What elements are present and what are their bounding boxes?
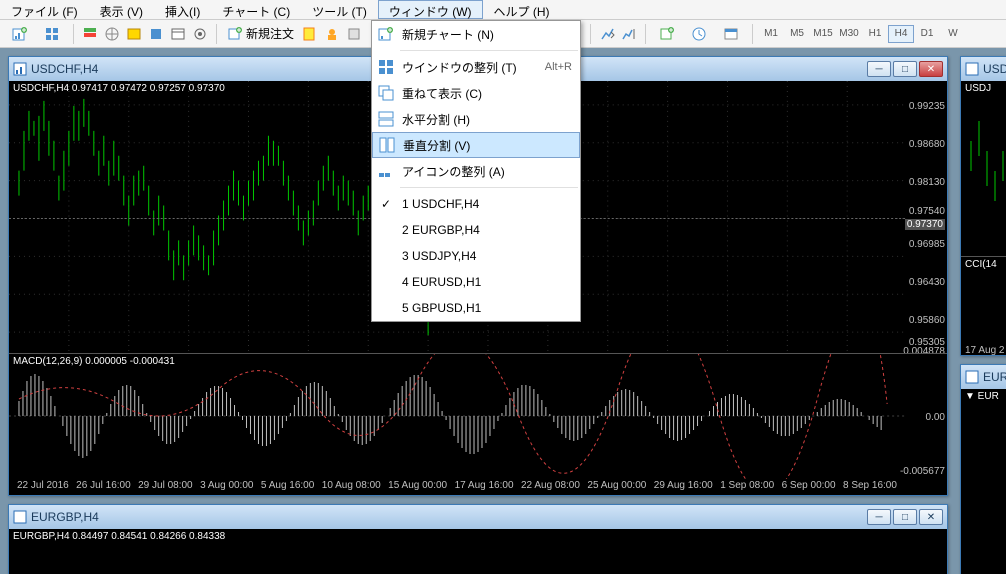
- indicators-button[interactable]: [651, 23, 683, 45]
- navigator-button[interactable]: [101, 23, 123, 45]
- menu-file[interactable]: ファイル (F): [0, 0, 89, 19]
- price-label: 0.98130: [909, 177, 945, 188]
- macd-scale-zero: 0.00: [926, 412, 945, 423]
- menu-tool[interactable]: ツール (T): [301, 0, 378, 19]
- arrange-icon: [376, 163, 396, 179]
- dd-window-3[interactable]: 3 USDJPY,H4: [372, 243, 580, 269]
- dd-tile[interactable]: ウインドウの整列 (T) Alt+R: [372, 54, 580, 80]
- options-button[interactable]: [343, 23, 365, 45]
- close-button[interactable]: ✕: [919, 61, 943, 77]
- dd-new-chart[interactable]: 新規チャート (N): [372, 21, 580, 47]
- chart-window-eur: EUR ▼ EUR: [960, 364, 1006, 574]
- macd-subwindow[interactable]: MACD(12,26,9) 0.000005 -0.000431 0.00 -0…: [9, 354, 947, 479]
- cci-label: CCI(14: [965, 259, 997, 270]
- price-label: 0.97540: [909, 206, 945, 217]
- tf-m15[interactable]: M15: [810, 25, 836, 43]
- chart-icon: [965, 62, 979, 76]
- ohlc-label: EURGBP,H4 0.84497 0.84541 0.84266 0.8433…: [13, 531, 225, 542]
- chart-icon: [13, 510, 27, 524]
- tf-d1[interactable]: D1: [914, 25, 940, 43]
- chart-title-text: EURGBP,H4: [31, 510, 99, 524]
- close-button[interactable]: ✕: [919, 509, 943, 525]
- time-scale: 22 Jul 2016 26 Jul 16:00 29 Jul 08:00 3 …: [9, 479, 947, 495]
- chart-title-bar[interactable]: EURGBP,H4 ─ □ ✕: [9, 505, 947, 529]
- tf-m30[interactable]: M30: [836, 25, 862, 43]
- menu-help[interactable]: ヘルプ (H): [483, 0, 561, 19]
- window-dropdown: 新規チャート (N) ウインドウの整列 (T) Alt+R 重ねて表示 (C) …: [371, 20, 581, 322]
- dd-window-4[interactable]: 4 EURUSD,H1: [372, 269, 580, 295]
- chart-window-usdjpy: USDJ USDJ CCI(14 17 Aug 2: [960, 56, 1006, 356]
- chart-title-bar[interactable]: EUR: [961, 365, 1006, 389]
- dd-hsplit[interactable]: 水平分割 (H): [372, 106, 580, 132]
- tf-m1[interactable]: M1: [758, 25, 784, 43]
- vsplit-icon: [377, 137, 397, 153]
- datawin-button[interactable]: [167, 23, 189, 45]
- chart-icon: [13, 62, 27, 76]
- price-label: 0.99235: [909, 101, 945, 112]
- terminal-button[interactable]: [123, 23, 145, 45]
- tf-w1[interactable]: W: [940, 25, 966, 43]
- marketwatch-button[interactable]: [79, 23, 101, 45]
- price-label: 0.96430: [909, 277, 945, 288]
- maximize-button[interactable]: □: [893, 61, 917, 77]
- tile-icon: [376, 59, 396, 75]
- chart-icon: [965, 370, 979, 384]
- hsplit-icon: [376, 111, 396, 127]
- minimize-button[interactable]: ─: [867, 509, 891, 525]
- menu-window[interactable]: ウィンドウ (W): [378, 0, 483, 19]
- price-label: 0.004878: [903, 346, 945, 354]
- metaeditor-button[interactable]: [299, 23, 321, 45]
- last-price-label: 0.97370: [905, 219, 945, 230]
- chart-window-eurgbp: EURGBP,H4 ─ □ ✕ EURGBP,H4 0.84497 0.8454…: [8, 504, 948, 574]
- dd-window-2[interactable]: 2 EURGBP,H4: [372, 217, 580, 243]
- tf-h1[interactable]: H1: [862, 25, 888, 43]
- dd-window-1[interactable]: ✓ 1 USDCHF,H4: [372, 191, 580, 217]
- tester-button[interactable]: [145, 23, 167, 45]
- minimize-button[interactable]: ─: [867, 61, 891, 77]
- menu-insert[interactable]: 挿入(I): [154, 0, 211, 19]
- chart-title-text: EUR: [983, 370, 1006, 384]
- dd-window-5[interactable]: 5 GBPUSD,H1: [372, 295, 580, 321]
- dd-cascade[interactable]: 重ねて表示 (C): [372, 80, 580, 106]
- tf-m5[interactable]: M5: [784, 25, 810, 43]
- dd-arrange[interactable]: アイコンの整列 (A): [372, 158, 580, 184]
- chart-title-bar[interactable]: USDJ: [961, 57, 1006, 81]
- chart-title-text: USDCHF,H4: [31, 62, 98, 76]
- price-label: 0.98680: [909, 139, 945, 150]
- periods-button[interactable]: [683, 23, 715, 45]
- price-label: 0.95860: [909, 315, 945, 326]
- macd-scale-bottom: -0.005677: [900, 466, 945, 477]
- autoscroll-button[interactable]: [596, 23, 618, 45]
- expert-button[interactable]: [321, 23, 343, 45]
- shift-button[interactable]: [618, 23, 640, 45]
- menubar: ファイル (F) 表示 (V) 挿入(I) チャート (C) ツール (T) ウ…: [0, 0, 1006, 20]
- dd-vsplit[interactable]: 垂直分割 (V): [372, 132, 580, 158]
- new-chart-button[interactable]: [4, 23, 36, 45]
- chart-title-text: USDJ: [983, 62, 1006, 76]
- new-order-button[interactable]: 新規注文: [222, 23, 299, 45]
- cascade-icon: [376, 85, 396, 101]
- menu-view[interactable]: 表示 (V): [89, 0, 154, 19]
- ohlc-label: ▼ EUR: [965, 391, 999, 402]
- price-label: 0.96985: [909, 239, 945, 250]
- tf-h4[interactable]: H4: [888, 25, 914, 43]
- menu-chart[interactable]: チャート (C): [211, 0, 301, 19]
- strategy-button[interactable]: [189, 23, 211, 45]
- maximize-button[interactable]: □: [893, 509, 917, 525]
- profiles-button[interactable]: [36, 23, 68, 45]
- new-chart-icon: [376, 26, 396, 42]
- check-icon: ✓: [376, 197, 396, 211]
- templates-button[interactable]: [715, 23, 747, 45]
